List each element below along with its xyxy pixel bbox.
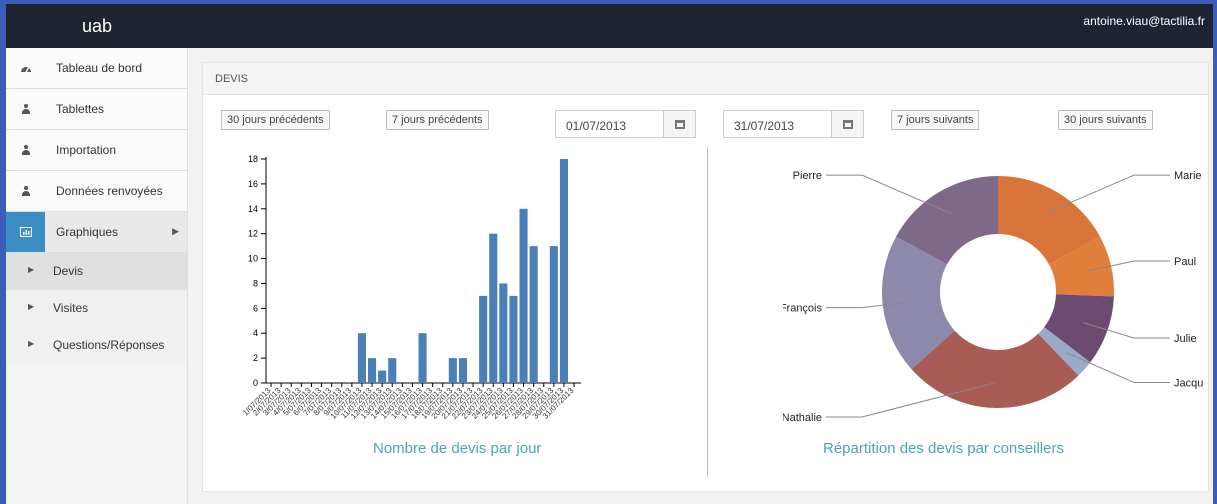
sidebar-subitem-devis[interactable]: ▶ Devis bbox=[6, 253, 187, 290]
top-bar: uab antoine.viau@tactilia.fr bbox=[6, 4, 1213, 48]
start-date-value: 01/07/2013 bbox=[566, 119, 627, 133]
slice-label: Marie bbox=[1174, 170, 1202, 182]
slice-label: Pierre bbox=[793, 170, 822, 182]
sidebar-item-tableau-de-bord[interactable]: Tableau de bord bbox=[6, 48, 187, 89]
bar[interactable] bbox=[509, 295, 518, 383]
sidebar-subitem-visites[interactable]: ▶ Visites bbox=[6, 290, 187, 327]
main-content: DEVIS 30 jours précédents 7 jours précéd… bbox=[188, 48, 1213, 504]
bar[interactable] bbox=[489, 233, 498, 383]
user-icon bbox=[6, 130, 45, 170]
next-7-days-button[interactable]: 7 jours suivants bbox=[891, 110, 980, 130]
sidebar-item-tablettes[interactable]: Tablettes bbox=[6, 89, 187, 130]
panel-header: DEVIS bbox=[203, 63, 1208, 95]
y-tick-label: 4 bbox=[253, 328, 258, 338]
calendar-icon[interactable] bbox=[831, 111, 863, 137]
bar[interactable] bbox=[357, 333, 366, 383]
sidebar-subitem-questions-reponses[interactable]: ▶ Questions/Réponses bbox=[6, 327, 187, 364]
sidebar: Tableau de bord Tablettes Importation Do… bbox=[6, 48, 188, 504]
bar[interactable] bbox=[368, 358, 377, 383]
y-tick-label: 0 bbox=[253, 378, 258, 388]
chart-divider bbox=[707, 147, 708, 477]
panel-title: DEVIS bbox=[215, 73, 249, 85]
user-icon bbox=[6, 89, 45, 129]
bar-chart-title: Nombre de devis par jour bbox=[373, 440, 542, 457]
bar[interactable] bbox=[448, 358, 457, 383]
bar[interactable] bbox=[529, 246, 538, 383]
slice-label: Paul bbox=[1174, 256, 1196, 268]
prev-7-days-button[interactable]: 7 jours précédents bbox=[386, 110, 489, 130]
user-icon bbox=[6, 171, 45, 211]
bar[interactable] bbox=[378, 370, 387, 383]
sidebar-item-label: Tableau de bord bbox=[56, 61, 143, 75]
prev-30-days-button[interactable]: 30 jours précédents bbox=[221, 110, 330, 130]
y-tick-label: 14 bbox=[248, 204, 258, 214]
bar[interactable] bbox=[479, 295, 488, 383]
chevron-right-icon: ▶ bbox=[28, 265, 35, 274]
y-tick-label: 2 bbox=[253, 353, 258, 363]
end-date-value: 31/07/2013 bbox=[734, 119, 795, 133]
chevron-right-icon: ▶ bbox=[172, 226, 179, 236]
sidebar-subitem-label: Visites bbox=[53, 301, 89, 315]
bar[interactable] bbox=[549, 246, 558, 383]
bar-chart: 0246810121416181/07/20132/07/20133/07/20… bbox=[241, 154, 582, 421]
chevron-right-icon: ▶ bbox=[28, 302, 35, 311]
slice-label: Jacques bbox=[1174, 377, 1203, 389]
bar[interactable] bbox=[418, 333, 427, 383]
sidebar-item-label: Importation bbox=[56, 143, 117, 157]
y-tick-label: 12 bbox=[248, 229, 258, 239]
slice-label: François bbox=[783, 303, 822, 315]
sidebar-item-label: Tablettes bbox=[56, 102, 105, 116]
next-30-days-button[interactable]: 30 jours suivants bbox=[1058, 110, 1153, 130]
dashboard-icon bbox=[6, 48, 45, 88]
slice-label: Nathalie bbox=[783, 412, 822, 424]
y-tick-label: 16 bbox=[248, 179, 258, 189]
chevron-right-icon: ▶ bbox=[28, 339, 35, 348]
y-tick-label: 10 bbox=[248, 254, 258, 264]
y-tick-label: 6 bbox=[253, 303, 258, 313]
sidebar-item-importation[interactable]: Importation bbox=[6, 130, 187, 171]
bar[interactable] bbox=[388, 358, 397, 383]
start-date-field[interactable]: 01/07/2013 bbox=[555, 110, 696, 138]
brand-logo[interactable]: uab bbox=[82, 16, 112, 37]
devis-panel: DEVIS 30 jours précédents 7 jours précéd… bbox=[202, 62, 1209, 492]
y-tick-label: 18 bbox=[248, 154, 258, 164]
sidebar-subitem-label: Devis bbox=[53, 264, 84, 278]
bar-chart-icon bbox=[6, 212, 45, 252]
bar[interactable] bbox=[499, 283, 508, 383]
user-email[interactable]: antoine.viau@tactilia.fr bbox=[1083, 14, 1205, 28]
end-date-field[interactable]: 31/07/2013 bbox=[723, 110, 864, 138]
bar[interactable] bbox=[519, 208, 528, 383]
slice-label: Julie bbox=[1174, 333, 1197, 345]
sidebar-item-label: Données renvoyées bbox=[56, 184, 163, 198]
sidebar-item-label: Graphiques bbox=[56, 225, 119, 239]
donut-chart: Marie Paul Julie Jacques Nathalie François Pie… bbox=[783, 170, 1203, 424]
bar[interactable] bbox=[559, 159, 568, 383]
sidebar-item-donnees-renvoyees[interactable]: Données renvoyées bbox=[6, 171, 187, 212]
sidebar-subitem-label: Questions/Réponses bbox=[53, 338, 165, 352]
sidebar-item-graphiques[interactable]: Graphiques ▶ bbox=[6, 212, 187, 253]
pie-chart-title: Répartition des devis par conseillers bbox=[823, 440, 1064, 457]
bar[interactable] bbox=[458, 358, 467, 383]
y-tick-label: 8 bbox=[253, 278, 258, 288]
calendar-icon[interactable] bbox=[663, 111, 695, 137]
